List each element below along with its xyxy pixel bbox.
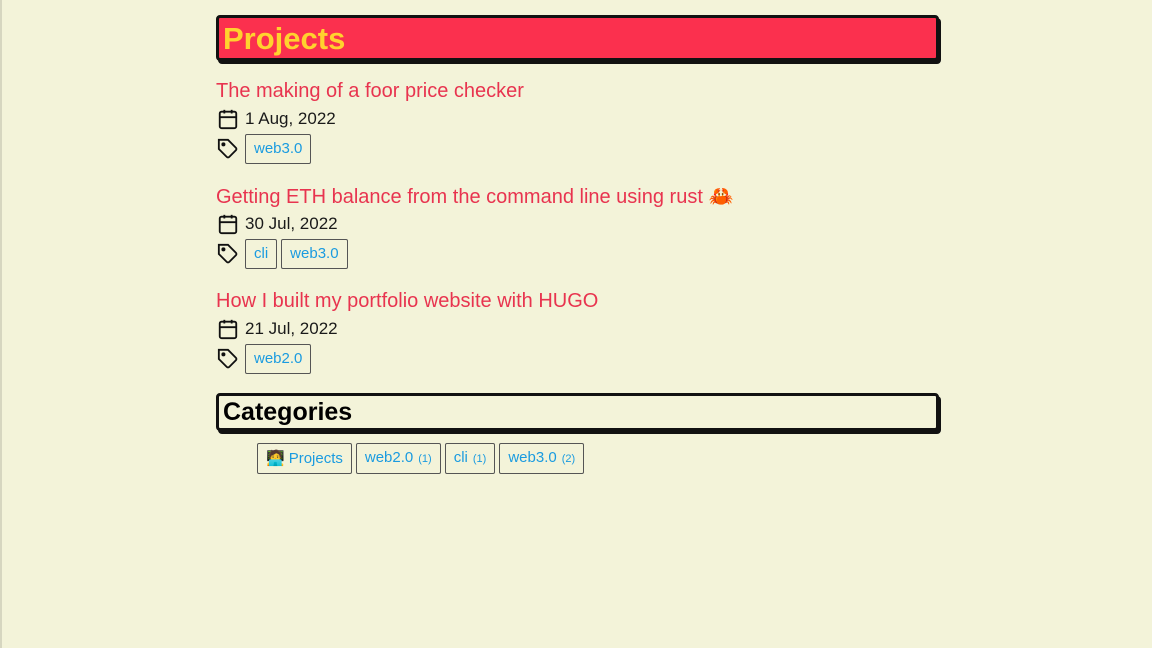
tag-icon — [216, 347, 240, 371]
projects-header: Projects — [216, 15, 939, 61]
category-web3[interactable]: web3.0 (2) — [499, 443, 585, 474]
post-date: 21 Jul, 2022 — [245, 319, 338, 338]
category-label: cli — [453, 449, 468, 466]
category-count: (1) — [418, 453, 432, 465]
tag-icon — [216, 137, 240, 161]
categories-header: Categories — [216, 393, 939, 431]
tag-icon — [216, 242, 240, 266]
post-date: 1 Aug, 2022 — [245, 109, 336, 128]
post-item: The making of a foor price checker 1 Aug… — [216, 79, 939, 164]
post-tag[interactable]: cli — [245, 239, 278, 269]
post-title-link[interactable]: Getting ETH balance from the command lin… — [216, 184, 939, 208]
category-label: web2.0 — [364, 449, 414, 466]
category-count: (2) — [561, 453, 576, 465]
category-count: (1) — [472, 453, 487, 465]
post-tag[interactable]: web2.0 — [245, 344, 312, 374]
post-tags-row: web3.0 — [216, 134, 939, 164]
post-date-row: 1 Aug, 2022 — [216, 105, 939, 133]
post-title-link[interactable]: How I built my portfolio website with HU… — [216, 289, 939, 313]
calendar-icon — [216, 317, 240, 341]
category-cli[interactable]: cli (1) — [444, 443, 496, 474]
post-title-text: Getting ETH balance from the command lin… — [216, 186, 703, 208]
post-date-row: 21 Jul, 2022 — [216, 315, 939, 343]
post-tag[interactable]: web3.0 — [245, 134, 312, 164]
category-label: web3.0 — [508, 449, 557, 466]
calendar-icon — [216, 212, 240, 236]
post-tag[interactable]: web3.0 — [281, 239, 348, 269]
calendar-icon — [216, 107, 240, 131]
post-date-row: 30 Jul, 2022 — [216, 210, 939, 238]
post-item: Getting ETH balance from the command lin… — [216, 184, 939, 269]
projects-title: Projects — [223, 21, 346, 56]
post-title-link[interactable]: The making of a foor price checker — [216, 79, 939, 103]
post-tags-row: cli web3.0 — [216, 239, 939, 269]
content-column: Projects The making of a foor price chec… — [216, 15, 939, 474]
category-projects[interactable]: 🧑‍💻 Projects — [257, 443, 352, 474]
category-web2[interactable]: web2.0 (1) — [355, 443, 441, 474]
category-label: Projects — [288, 450, 343, 467]
categories-title: Categories — [223, 398, 353, 426]
category-list: 🧑‍💻 Projects web2.0 (1) cli (1) web3.0 (… — [257, 443, 939, 474]
post-item: How I built my portfolio website with HU… — [216, 289, 939, 374]
post-date: 30 Jul, 2022 — [245, 214, 338, 233]
technologist-emoji-icon: 🧑‍💻 — [266, 449, 285, 467]
crab-emoji: 🦀 — [708, 184, 734, 208]
post-tags-row: web2.0 — [216, 344, 939, 374]
